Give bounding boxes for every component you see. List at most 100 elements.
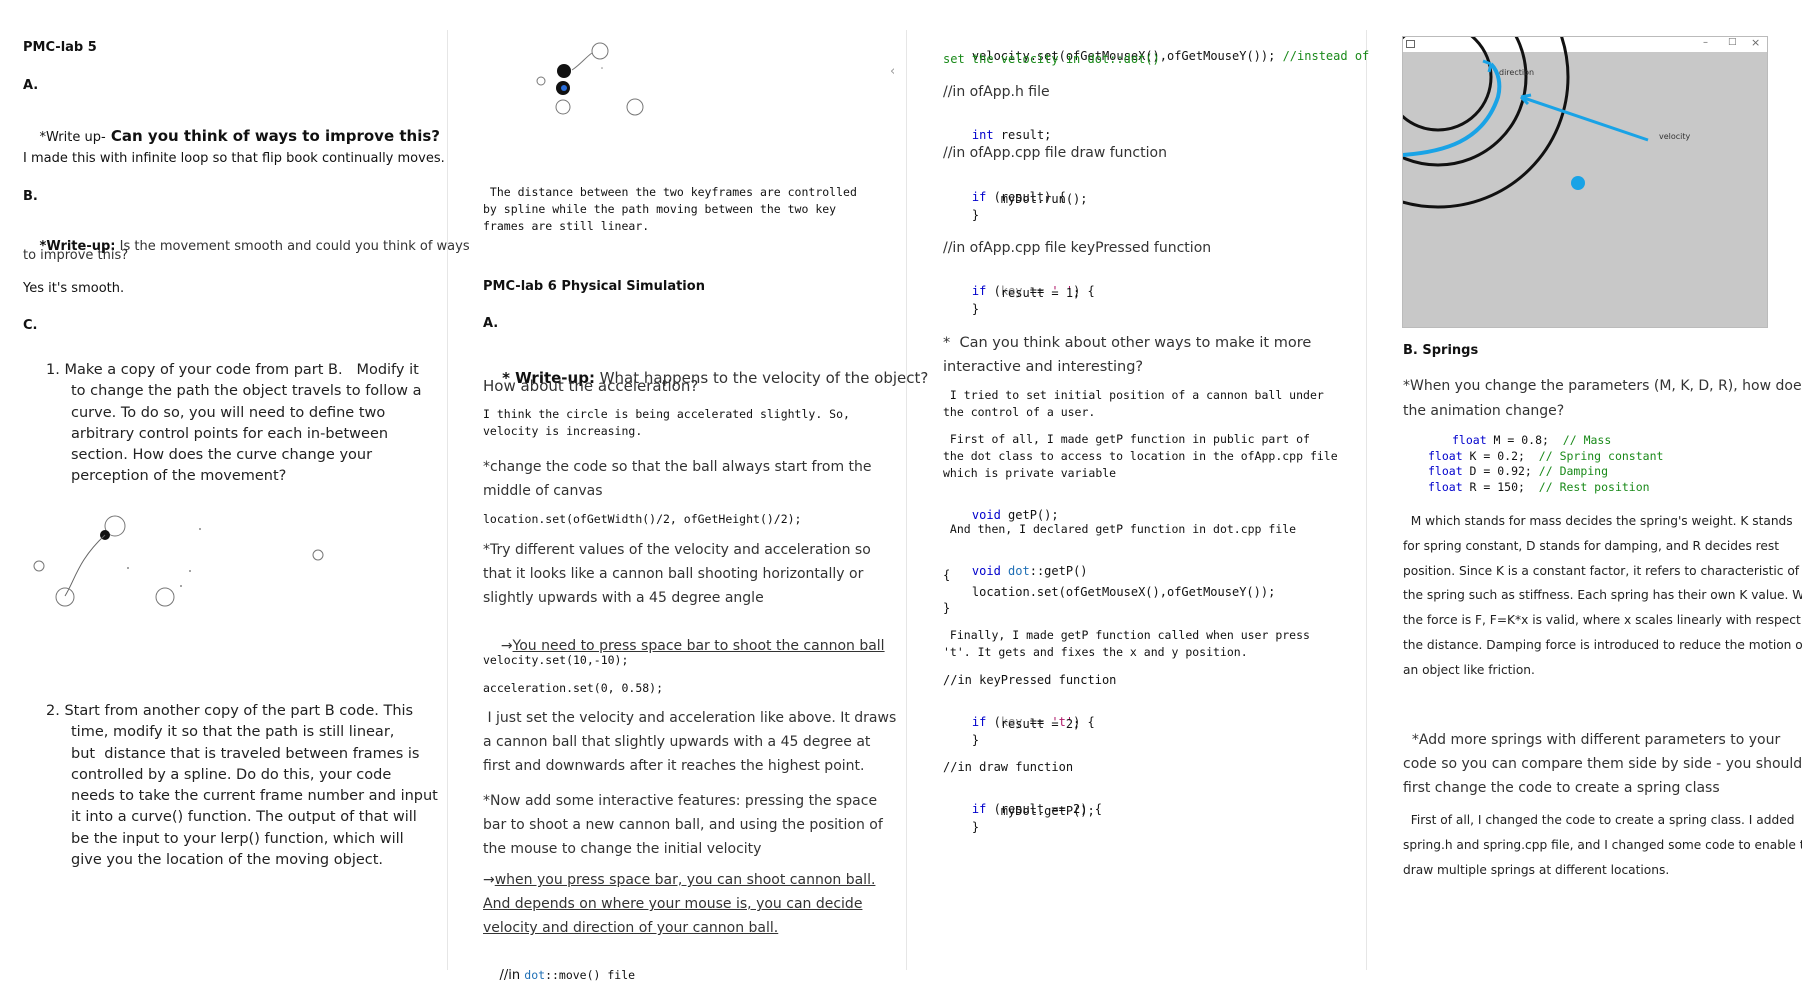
code-location: location.set(ofGetWidth()/2, ofGetHeight… — [483, 512, 802, 526]
comment-prefix: //in — [499, 968, 525, 983]
task-1-line: curve. To do so, you will need to define… — [71, 404, 386, 421]
keyword: float — [1428, 464, 1463, 478]
code-comment: //instead of — [1282, 49, 1370, 63]
label-direction: direction — [1499, 68, 1535, 77]
class-name: dot — [1000, 564, 1030, 578]
answer-line: velocity is increasing. — [483, 424, 643, 438]
comment-appcpp-draw: //in ofApp.cpp file draw function — [943, 145, 1167, 161]
spring-canvas — [1403, 37, 1649, 209]
task-1-line: to change the path the object travels to… — [71, 383, 422, 400]
code-text: ::getP() — [1029, 564, 1088, 578]
code-line: myDot.run(); — [943, 192, 1088, 206]
section-c-label: C. — [23, 318, 38, 333]
middle-canvas-question: *change the code so that the ball always… — [483, 455, 872, 503]
keyword: float — [1428, 479, 1463, 494]
interactive-question: *Now add some interactive features: pres… — [483, 789, 883, 861]
code-line: float D = 0.92; // Damping — [1428, 464, 1663, 480]
moving-object-dot — [557, 64, 571, 78]
springs-title: B. Springs — [1403, 343, 1479, 358]
task-2-line: but distance that is traveled between fr… — [71, 745, 420, 762]
answer-block-4: Finally, I made getP function called whe… — [943, 627, 1310, 661]
section-b-label: B. — [23, 189, 38, 204]
code-dot-move: //in dot::move() file — [483, 953, 636, 998]
answer-line: And depends on where your mouse is, you … — [483, 896, 863, 912]
writeup-prefix: *Write up- — [39, 130, 106, 145]
path-line — [571, 52, 593, 71]
answer-line: M which stands for mass decides the spri… — [1403, 514, 1793, 528]
answer-block-1: I tried to set initial position of a can… — [943, 387, 1324, 421]
answer-line: I tried to set initial position of a can… — [943, 388, 1324, 402]
code-comment-cont: set the velocity in dot::dot() — [943, 52, 1160, 66]
curve-path-figure — [33, 515, 324, 607]
answer-line: First of all, I changed the code to crea… — [1403, 813, 1795, 827]
keyword: float — [1452, 433, 1487, 447]
label-velocity: velocity — [1659, 132, 1691, 141]
note-line: by spline while the path moving between … — [483, 202, 837, 216]
answer-line: draw multiple springs at different locat… — [1403, 862, 1670, 877]
question-line: *change the code so that the ball always… — [483, 459, 872, 475]
section-a-label: A. — [483, 316, 499, 331]
comment-apph: //in ofApp.h file — [943, 84, 1050, 100]
code-line: { — [943, 568, 951, 582]
answer-line: 't'. It gets and fixes the x and y posit… — [943, 645, 1248, 659]
code-acceleration: acceleration.set(0, 0.58); — [483, 681, 664, 695]
task-2-line: controlled by a spline. Do do this, your… — [71, 766, 392, 783]
section-a-label: A. — [23, 78, 39, 93]
answer-line: I think the circle is being accelerated … — [483, 407, 850, 421]
code-comment: // Damping — [1538, 464, 1609, 478]
answer-line: I just set the velocity and acceleration… — [483, 710, 897, 726]
keyframe-circle — [591, 42, 609, 60]
spline-note: The distance between the two keyframes a… — [483, 184, 857, 235]
code-comment: // Rest position — [1538, 479, 1650, 494]
answer-line: which is private variable — [943, 466, 1117, 480]
code-line: } — [943, 601, 951, 615]
keyword: float — [1428, 448, 1463, 463]
code-text: K = 0.2; — [1462, 448, 1539, 463]
arrow-right-icon: → — [500, 638, 513, 654]
keyframe-circle — [33, 560, 45, 572]
answer-line: the force is F, F=K*x is valid, where x … — [1403, 613, 1802, 628]
interactive-answer: →when you press space bar, you can shoot… — [483, 868, 875, 940]
add-springs-answer: First of all, I changed the code to crea… — [1403, 808, 1802, 882]
answer-line: the dot class to access to location in t… — [943, 449, 1338, 463]
answer-line: first and downwards after it reaches the… — [483, 758, 865, 774]
column-divider — [1366, 30, 1367, 970]
note-text: You need to press space bar to shoot the… — [512, 638, 885, 654]
ball — [1571, 176, 1585, 190]
task-1-line: 1. Make a copy of your code from part B.… — [46, 362, 419, 378]
code-line: location.set(ofGetMouseX(),ofGetMouseY()… — [943, 585, 1276, 599]
code-line: float R = 150; // Rest position — [1428, 480, 1663, 496]
curve-path — [64, 534, 106, 597]
cannon-answer: I just set the velocity and acceleration… — [483, 706, 896, 778]
question-line: middle of canvas — [483, 483, 603, 499]
lab6-title: PMC-lab 6 Physical Simulation — [483, 279, 705, 294]
column-divider — [447, 30, 448, 970]
question-line: first change the code to create a spring… — [1403, 780, 1720, 796]
answer-line: velocity and direction of your cannon ba… — [483, 920, 779, 936]
answer-line: Finally, I made getP function called whe… — [943, 628, 1310, 642]
task-1-line: perception of the movement? — [71, 468, 287, 485]
section-b-question-cont: to improve this? — [23, 248, 129, 263]
keyframe-circle — [55, 587, 75, 607]
code-line: result = 1; — [943, 286, 1081, 300]
orbit-ring — [1403, 37, 1493, 132]
answer-line: And then, I declared getP function in do… — [943, 522, 1297, 536]
code-line: float K = 0.2; // Spring constant — [1428, 449, 1663, 465]
velocity-vector — [1520, 95, 1649, 142]
code-line: } — [943, 302, 980, 316]
arrow-right-icon: → — [483, 872, 495, 888]
question-line: *Now add some interactive features: pres… — [483, 793, 878, 809]
question-line: that it looks like a cannon ball shootin… — [483, 566, 864, 582]
question-line: the mouse to change the initial velocity — [483, 841, 762, 857]
answer-text: when you press space bar, you can shoot … — [494, 872, 876, 888]
task-2-line: needs to take the current frame number a… — [71, 788, 438, 805]
code-line: result = 2; — [943, 717, 1081, 731]
comment-keypressed-2: //in keyPressed function — [943, 673, 1117, 687]
answer-line: a cannon ball that slightly upwards with… — [483, 734, 871, 750]
code-line: } — [943, 208, 980, 222]
keyframe-circle — [536, 76, 546, 86]
question-line: code so you can compare them side by sid… — [1403, 756, 1802, 772]
answer-line: the distance. Damping force is introduce… — [1403, 637, 1802, 652]
direction-arc — [1403, 62, 1502, 157]
code-text: R = 150; — [1462, 479, 1539, 494]
